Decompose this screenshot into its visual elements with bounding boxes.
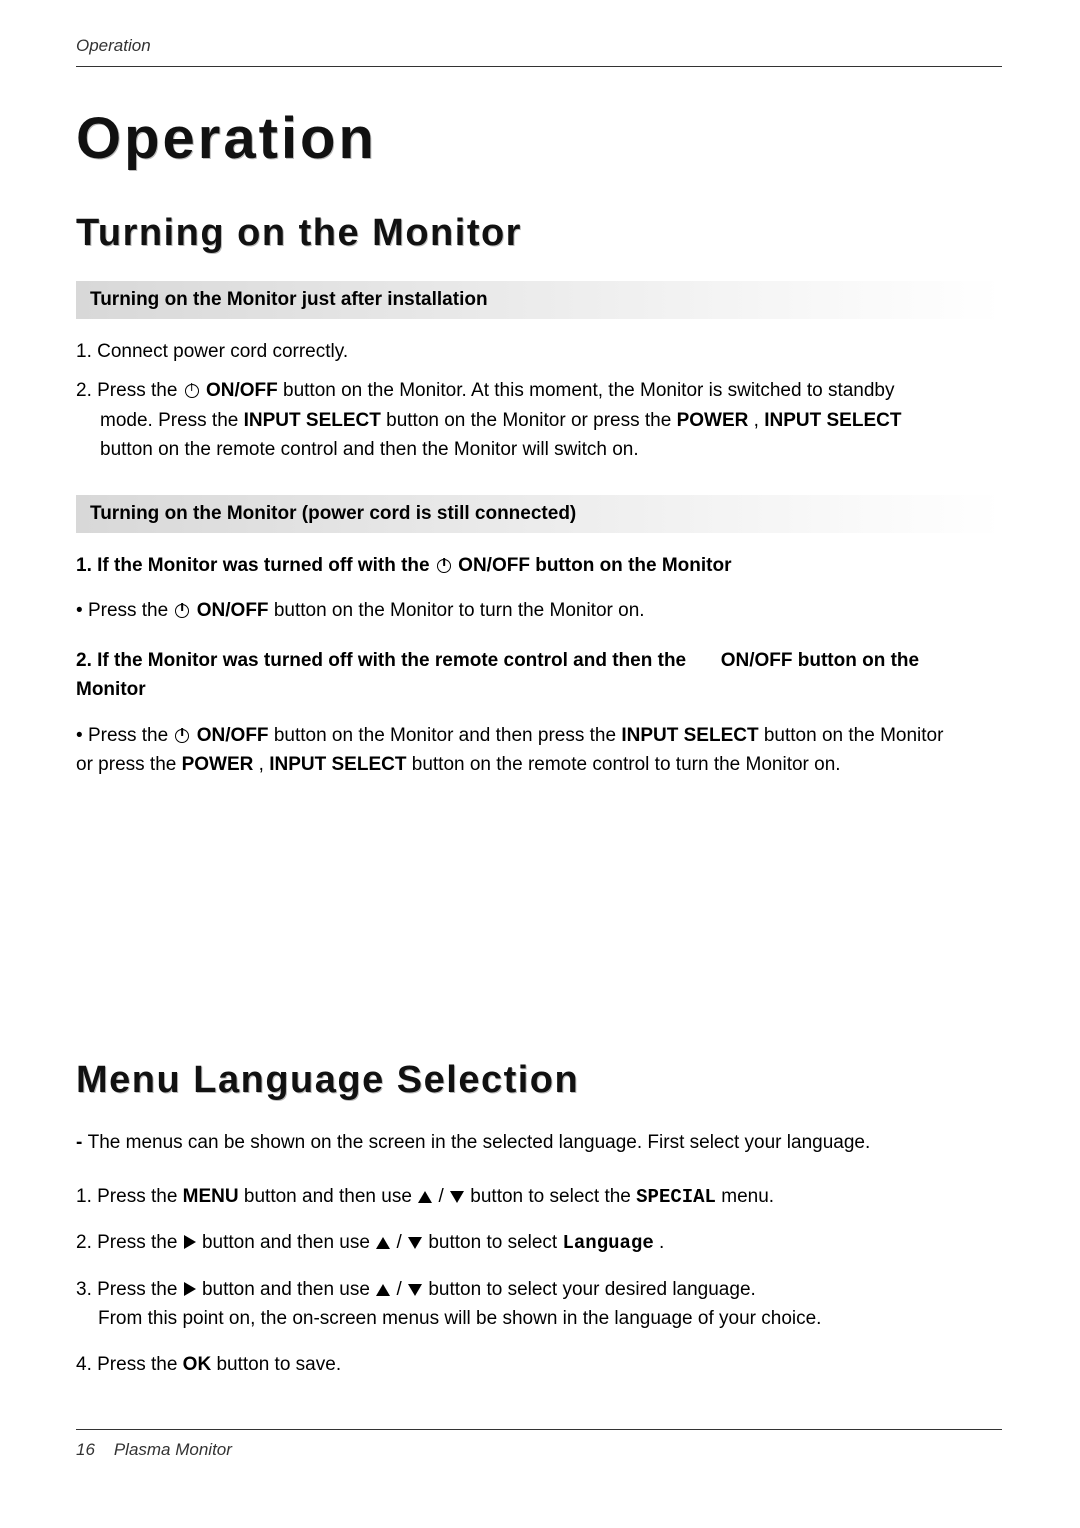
scenario-1-heading: 1. If the Monitor was turned off with th…	[76, 551, 956, 580]
page-footer: 16 Plasma Monitor	[76, 1429, 1002, 1460]
dash-icon: -	[76, 1132, 88, 1153]
text-fragment: 2. If the Monitor was turned off with th…	[76, 650, 691, 671]
label-power: POWER	[182, 754, 254, 775]
label-language: Language	[563, 1232, 654, 1254]
power-icon	[437, 559, 451, 573]
install-step-1: 1. Connect power cord correctly.	[100, 337, 930, 366]
text-fragment: 1. Press the	[76, 1186, 183, 1207]
text-fragment: button and then use	[202, 1279, 375, 1300]
right-arrow-icon	[184, 1235, 196, 1249]
label-input-select: INPUT SELECT	[269, 754, 406, 775]
text-fragment: button on the Monitor and then press the	[274, 725, 622, 746]
label-input-select: INPUT SELECT	[244, 410, 381, 431]
text-fragment: 3. Press the	[76, 1279, 183, 1300]
scenario-2-heading: 2. If the Monitor was turned off with th…	[76, 646, 956, 705]
footer-label: Plasma Monitor	[114, 1440, 232, 1459]
scenario-2-note: • Press the ON/OFF button on the Monitor…	[76, 721, 956, 780]
power-icon	[175, 729, 189, 743]
up-arrow-icon	[418, 1191, 432, 1203]
language-step-3: 3. Press the button and then use / butto…	[98, 1275, 888, 1334]
banner-after-installation: Turning on the Monitor just after instal…	[76, 281, 1002, 319]
right-arrow-icon	[184, 1282, 196, 1296]
label-onoff: ON/OFF	[197, 725, 269, 746]
text-fragment: button to select the	[470, 1186, 636, 1207]
text-fragment: button on the Monitor or press the	[386, 410, 676, 431]
scenario-1-note: • Press the ON/OFF button on the Monitor…	[76, 596, 956, 625]
power-icon	[175, 604, 189, 618]
text-fragment: /	[397, 1279, 408, 1300]
language-step-2: 2. Press the button and then use / butto…	[98, 1228, 888, 1258]
section-menu-language: Menu Language Selection	[76, 1059, 1002, 1102]
down-arrow-icon	[450, 1191, 464, 1203]
text-fragment: Press the	[88, 725, 174, 746]
bullet-icon: •	[76, 600, 88, 621]
text-fragment: menu.	[721, 1186, 774, 1207]
label-menu: MENU	[183, 1186, 239, 1207]
text-fragment: button on the remote control to turn the…	[412, 754, 841, 775]
header-rule	[76, 66, 1002, 67]
label-onoff: ON/OFF	[197, 600, 269, 621]
text-fragment: ,	[259, 754, 270, 775]
text-fragment: The menus can be shown on the screen in …	[88, 1132, 871, 1153]
up-arrow-icon	[376, 1237, 390, 1249]
language-intro: - The menus can be shown on the screen i…	[76, 1128, 1002, 1157]
bullet-icon: •	[76, 725, 88, 746]
label-input-select: INPUT SELECT	[621, 725, 758, 746]
text-fragment: button and then use	[202, 1232, 375, 1253]
label-ok: OK	[183, 1354, 212, 1375]
language-step-4: 4. Press the OK button to save.	[98, 1350, 888, 1379]
label-special: SPECIAL	[636, 1186, 716, 1208]
page-number: 16	[76, 1440, 95, 1459]
text-fragment: From this point on, the on-screen menus …	[98, 1308, 821, 1329]
text-fragment: Press the	[88, 600, 174, 621]
text-fragment: ON/OFF button on the Monitor	[458, 555, 731, 576]
running-header: Operation	[76, 36, 1002, 66]
text-fragment: button on the Monitor to turn the Monito…	[274, 600, 645, 621]
text-fragment: 1. If the Monitor was turned off with th…	[76, 555, 435, 576]
text-fragment: button on the remote control and then th…	[100, 439, 639, 460]
text-fragment: 2. Press the	[76, 1232, 183, 1253]
text-fragment: 2. Press the	[76, 380, 183, 401]
label-onoff: ON/OFF	[206, 380, 278, 401]
text-fragment: button and then use	[244, 1186, 417, 1207]
label-power: POWER	[677, 410, 749, 431]
down-arrow-icon	[408, 1237, 422, 1249]
chapter-title: Operation	[76, 105, 1002, 172]
text-fragment: button to select	[428, 1232, 562, 1253]
up-arrow-icon	[376, 1284, 390, 1296]
footer-rule	[76, 1429, 1002, 1430]
text-fragment: .	[659, 1232, 664, 1253]
text-fragment: ,	[754, 410, 765, 431]
language-step-1: 1. Press the MENU button and then use / …	[98, 1182, 888, 1212]
text-fragment: 4. Press the	[76, 1354, 183, 1375]
label-input-select: INPUT SELECT	[764, 410, 901, 431]
power-icon	[185, 384, 199, 398]
install-step-2: 2. Press the ON/OFF button on the Monito…	[100, 376, 930, 464]
text-fragment: button to save.	[216, 1354, 341, 1375]
text-fragment: /	[397, 1232, 408, 1253]
section-turning-on: Turning on the Monitor	[76, 212, 1002, 255]
text-fragment: button to select your desired language.	[428, 1279, 755, 1300]
banner-power-connected: Turning on the Monitor (power cord is st…	[76, 495, 1002, 533]
down-arrow-icon	[408, 1284, 422, 1296]
text-fragment: /	[438, 1186, 449, 1207]
